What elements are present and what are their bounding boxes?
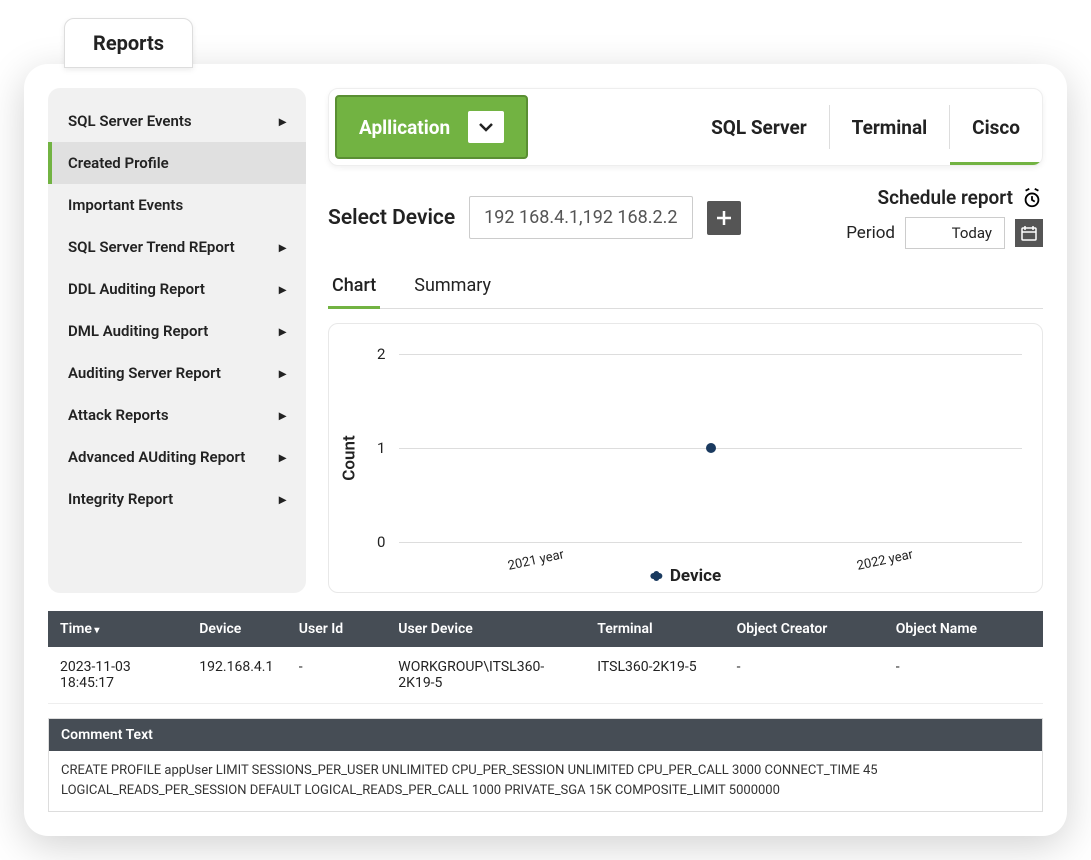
- application-dropdown[interactable]: Apllication: [335, 95, 528, 159]
- subtab-summary[interactable]: Summary: [410, 267, 495, 308]
- select-device-value[interactable]: 192 168.4.1,192 168.2.2: [469, 196, 692, 239]
- sidebar-item-label: Integrity Report: [68, 490, 173, 508]
- col-terminal[interactable]: Terminal: [585, 611, 724, 647]
- sidebar-item-label: Auditing Server Report: [68, 364, 221, 382]
- caret-right-icon: [279, 364, 286, 382]
- period-label: Period: [846, 223, 895, 243]
- sidebar-item-ddl-auditing-report[interactable]: DDL Auditing Report: [48, 268, 306, 310]
- page-tab-reports[interactable]: Reports: [64, 18, 193, 68]
- sidebar-item-label: Created Profile: [68, 154, 169, 172]
- subtab-chart[interactable]: Chart: [328, 267, 380, 309]
- caret-right-icon: [279, 280, 286, 298]
- col-user-id[interactable]: User Id: [287, 611, 387, 647]
- period-value[interactable]: Today: [905, 217, 1005, 249]
- cell-time: 2023-11-03 18:45:17: [48, 647, 187, 704]
- select-device-label: Select Device: [328, 206, 455, 230]
- cell-user_id: -: [287, 647, 387, 704]
- application-dropdown-label: Apllication: [359, 116, 450, 139]
- x-tick: 2022 year: [856, 547, 915, 574]
- sidebar-item-advanced-auditing-report[interactable]: Advanced AUditing Report: [48, 436, 306, 478]
- y-tick: 1: [377, 439, 385, 457]
- y-tick: 0: [377, 533, 385, 551]
- caret-right-icon: [279, 322, 286, 340]
- col-object-name[interactable]: Object Name: [884, 611, 1043, 647]
- sidebar-item-dml-auditing-report[interactable]: DML Auditing Report: [48, 310, 306, 352]
- sidebar-item-auditing-server-report[interactable]: Auditing Server Report: [48, 352, 306, 394]
- col-device[interactable]: Device: [187, 611, 287, 647]
- sidebar-item-label: SQL Server Trend REport: [68, 238, 235, 256]
- sub-tabs: Chart Summary: [328, 267, 1043, 309]
- col-time[interactable]: Time: [48, 611, 187, 647]
- cell-object_name: -: [884, 647, 1043, 704]
- caret-right-icon: [279, 238, 286, 256]
- caret-right-icon: [279, 448, 286, 466]
- table-row[interactable]: 2023-11-03 18:45:17192.168.4.1-WORKGROUP…: [48, 647, 1043, 704]
- sidebar-item-created-profile[interactable]: Created Profile: [48, 142, 306, 184]
- tab-sql-server[interactable]: SQL Server: [689, 89, 829, 165]
- chevron-down-icon: [468, 111, 504, 143]
- schedule-report-label: Schedule report: [877, 186, 1013, 209]
- col-object-creator[interactable]: Object Creator: [725, 611, 884, 647]
- app-tabs: Apllication SQL ServerTerminalCisco: [328, 88, 1043, 166]
- calendar-icon[interactable]: [1015, 219, 1043, 247]
- add-device-button[interactable]: [707, 201, 741, 235]
- sidebar-item-important-events[interactable]: Important Events: [48, 184, 306, 226]
- chart-plot-area: 0122021 year2022 year: [399, 354, 1022, 542]
- chart-y-axis-label: Count: [340, 435, 360, 480]
- legend-marker-icon: [650, 573, 662, 579]
- cell-terminal: ITSL360-2K19-5: [585, 647, 724, 704]
- cell-user_device: WORKGROUP\ITSL360-2K19-5: [386, 647, 585, 704]
- sidebar-item-attack-reports[interactable]: Attack Reports: [48, 394, 306, 436]
- caret-right-icon: [279, 112, 286, 130]
- main-panel: Apllication SQL ServerTerminalCisco Sele…: [328, 88, 1043, 593]
- results-table: TimeDeviceUser IdUser DeviceTerminalObje…: [48, 611, 1043, 704]
- grid-line: [399, 354, 1022, 355]
- clock-icon: [1021, 187, 1043, 209]
- chart-container: Count 0122021 year2022 year Device: [328, 323, 1043, 593]
- sidebar-item-sql-server-trend-report[interactable]: SQL Server Trend REport: [48, 226, 306, 268]
- schedule-report-link[interactable]: Schedule report: [877, 186, 1043, 209]
- sidebar-item-label: DML Auditing Report: [68, 322, 208, 340]
- comment-header: Comment Text: [49, 719, 1042, 751]
- sidebar-item-label: SQL Server Events: [68, 112, 192, 130]
- chart-x-axis-label: Device: [670, 566, 721, 586]
- x-tick: 2021 year: [507, 547, 566, 574]
- tab-terminal[interactable]: Terminal: [830, 89, 949, 165]
- sidebar-item-label: DDL Auditing Report: [68, 280, 205, 298]
- comment-panel: Comment Text CREATE PROFILE appUser LIMI…: [48, 718, 1043, 812]
- cell-object_creator: -: [725, 647, 884, 704]
- sidebar-item-label: Advanced AUditing Report: [68, 448, 245, 466]
- cell-device: 192.168.4.1: [187, 647, 287, 704]
- main-card: SQL Server Events Created Profile Importan…: [24, 64, 1067, 836]
- schedule-block: Schedule report Period Today: [846, 186, 1043, 249]
- y-tick: 2: [377, 345, 385, 363]
- comment-body: CREATE PROFILE appUser LIMIT SESSIONS_PE…: [49, 751, 1042, 811]
- col-user-device[interactable]: User Device: [386, 611, 585, 647]
- caret-right-icon: [279, 406, 286, 424]
- sidebar-item-label: Important Events: [68, 196, 183, 214]
- sidebar-item-integrity-report[interactable]: Integrity Report: [48, 478, 306, 520]
- grid-line: [399, 542, 1022, 543]
- caret-right-icon: [279, 490, 286, 508]
- chart-legend: Device: [650, 566, 721, 586]
- data-point: [706, 443, 716, 453]
- tab-cisco[interactable]: Cisco: [950, 89, 1042, 165]
- sidebar-item-sql-server-events[interactable]: SQL Server Events: [48, 100, 306, 142]
- reports-sidebar: SQL Server Events Created Profile Importan…: [48, 88, 306, 593]
- sidebar-item-label: Attack Reports: [68, 406, 169, 424]
